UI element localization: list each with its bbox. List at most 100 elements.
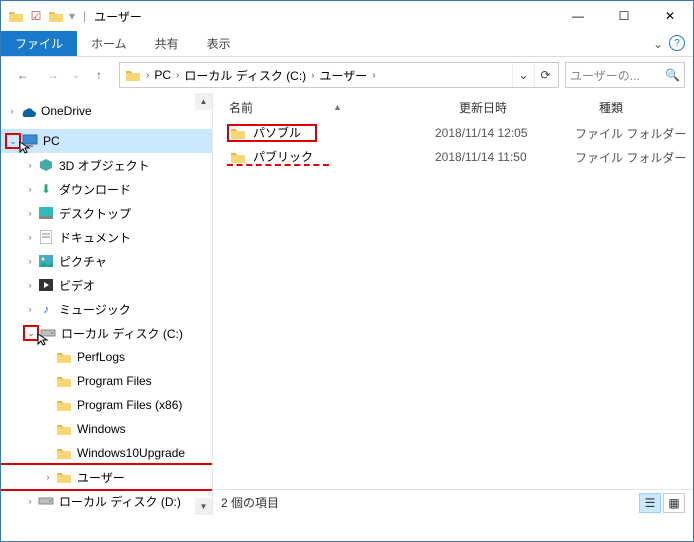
address-bar[interactable]: › PC › ローカル ディスク (C:) › ユーザー › ⌄ ⟳ <box>119 62 559 88</box>
folder-icon <box>55 396 73 414</box>
chevron-right-icon[interactable]: › <box>23 184 37 194</box>
chevron-right-icon[interactable]: › <box>23 232 37 242</box>
onedrive-icon <box>19 102 37 120</box>
column-name[interactable]: 名前▲ <box>229 99 459 116</box>
music-icon: ♪ <box>37 300 55 318</box>
breadcrumb-users[interactable]: ユーザー <box>317 63 371 87</box>
folder-icon <box>55 444 73 462</box>
refresh-button[interactable]: ⟳ <box>534 63 556 87</box>
tree-item-label: ユーザー <box>77 469 125 486</box>
qat-dropdown-icon[interactable]: ▾ <box>67 9 77 23</box>
up-button[interactable]: ↑ <box>85 61 113 89</box>
folder-icon <box>229 148 247 166</box>
properties-check-icon[interactable]: ☑ <box>27 7 45 25</box>
picture-icon <box>37 252 55 270</box>
file-row[interactable]: パブリック2018/11/14 11:50ファイル フォルダー <box>213 145 693 169</box>
chevron-right-icon[interactable]: › <box>23 256 37 266</box>
tree-item[interactable]: ›ローカル ディスク (D:) <box>1 489 212 513</box>
window-controls: — ☐ ✕ <box>555 1 693 31</box>
chevron-right-icon[interactable]: › <box>23 208 37 218</box>
tree-item[interactable]: ›ピクチャ <box>1 249 212 273</box>
status-bar: 2 個の項目 ☰ ▦ <box>213 489 693 515</box>
tree-item[interactable]: › ビデオ <box>1 273 212 297</box>
chevron-right-icon[interactable]: › <box>41 472 55 482</box>
folder-small-icon <box>7 7 25 25</box>
history-dropdown[interactable]: ⌄ <box>69 61 83 89</box>
chevron-down-icon[interactable]: ⌄ <box>23 325 39 341</box>
help-icon[interactable]: ? <box>669 35 685 51</box>
ribbon-collapse-icon[interactable]: ⌄ <box>653 37 663 51</box>
folder-small-icon[interactable] <box>47 7 65 25</box>
tab-share[interactable]: 共有 <box>141 31 193 56</box>
tree-item-label: ローカル ディスク (C:) <box>61 325 183 342</box>
tree-item-label: Windows10Upgrade <box>77 446 185 460</box>
tree-item[interactable]: › OneDrive <box>1 99 212 123</box>
tree-item[interactable]: ⌄ PC <box>1 129 212 153</box>
quick-access-toolbar: ☑ ▾ | <box>7 7 90 25</box>
document-icon <box>37 228 55 246</box>
tab-view[interactable]: 表示 <box>193 31 245 56</box>
tree-item[interactable]: › デスクトップ <box>1 201 212 225</box>
tree-item-label: PC <box>43 134 60 148</box>
folder-icon <box>229 124 247 142</box>
chevron-right-icon[interactable]: › <box>23 304 37 314</box>
breadcrumb-drive[interactable]: ローカル ディスク (C:) <box>181 63 309 87</box>
column-headers: 名前▲ 更新日時 種類 <box>213 93 693 121</box>
thumbnail-view-button[interactable]: ▦ <box>663 493 685 513</box>
search-icon: 🔍 <box>665 68 680 82</box>
desktop-icon <box>37 204 55 222</box>
maximize-button[interactable]: ☐ <box>601 1 647 31</box>
tree-item-label: デスクトップ <box>59 205 131 222</box>
item-count: 2 個の項目 <box>221 494 279 511</box>
column-date[interactable]: 更新日時 <box>459 99 599 116</box>
tree-item-label: OneDrive <box>41 104 92 118</box>
minimize-button[interactable]: — <box>555 1 601 31</box>
address-dropdown-icon[interactable]: ⌄ <box>512 63 534 87</box>
chevron-down-icon[interactable]: ⌄ <box>5 133 21 149</box>
close-button[interactable]: ✕ <box>647 1 693 31</box>
details-view-button[interactable]: ☰ <box>639 493 661 513</box>
file-name-wrap: パソブル <box>229 124 301 142</box>
tree-item[interactable]: › ドキュメント <box>1 225 212 249</box>
search-placeholder: ユーザーの... <box>570 67 640 84</box>
tree-item[interactable]: Windows <box>1 417 212 441</box>
chevron-right-icon[interactable]: › <box>23 160 37 170</box>
file-date: 2018/11/14 11:50 <box>435 150 575 164</box>
tree-item[interactable]: ⌄ ローカル ディスク (C:) <box>1 321 212 345</box>
breadcrumb-sep-icon[interactable]: › <box>309 70 316 81</box>
tree-item-label: ミュージック <box>59 301 131 318</box>
tree-item-label: ドキュメント <box>59 229 131 246</box>
chevron-right-icon[interactable]: › <box>23 280 37 290</box>
sort-asc-icon: ▲ <box>333 102 342 112</box>
breadcrumb-sep-icon[interactable]: › <box>370 70 377 81</box>
video-icon <box>37 276 55 294</box>
tab-home[interactable]: ホーム <box>77 31 141 56</box>
tree-item[interactable]: Windows10Upgrade <box>1 441 212 465</box>
title-bar: ☑ ▾ | ユーザー — ☐ ✕ <box>1 1 693 31</box>
tree-item[interactable]: PerfLogs <box>1 345 212 369</box>
tree-item[interactable]: ›♪ミュージック <box>1 297 212 321</box>
file-name: パブリック <box>253 148 313 165</box>
breadcrumb-sep-icon[interactable]: › <box>174 70 181 81</box>
chevron-right-icon[interactable]: › <box>5 106 19 116</box>
drive-icon <box>37 492 55 510</box>
tree-pane[interactable]: ▲ ▼ ›OneDrive⌄PC›3D オブジェクト›⬇ダウンロード›デスクトッ… <box>1 93 213 515</box>
file-tab[interactable]: ファイル <box>1 31 77 56</box>
search-input[interactable]: ユーザーの... 🔍 <box>565 62 685 88</box>
forward-button[interactable]: → <box>39 61 67 89</box>
column-type[interactable]: 種類 <box>599 99 693 116</box>
breadcrumb-sep-icon[interactable]: › <box>144 70 151 81</box>
tree-item-label: ビデオ <box>59 277 95 294</box>
chevron-right-icon[interactable]: › <box>23 496 37 506</box>
tree-item[interactable]: ›⬇ダウンロード <box>1 177 212 201</box>
tree-item-label: ダウンロード <box>59 181 131 198</box>
tree-item[interactable]: Program Files <box>1 369 212 393</box>
tree-item[interactable]: › ユーザー <box>1 465 212 489</box>
breadcrumb-pc[interactable]: PC <box>151 63 174 87</box>
title-separator: | <box>79 9 90 23</box>
back-button[interactable]: ← <box>9 61 37 89</box>
file-row[interactable]: パソブル2018/11/14 12:05ファイル フォルダー <box>213 121 693 145</box>
tree-item[interactable]: Program Files (x86) <box>1 393 212 417</box>
tree-item[interactable]: › 3D オブジェクト <box>1 153 212 177</box>
tree-item-label: 3D オブジェクト <box>59 157 150 174</box>
